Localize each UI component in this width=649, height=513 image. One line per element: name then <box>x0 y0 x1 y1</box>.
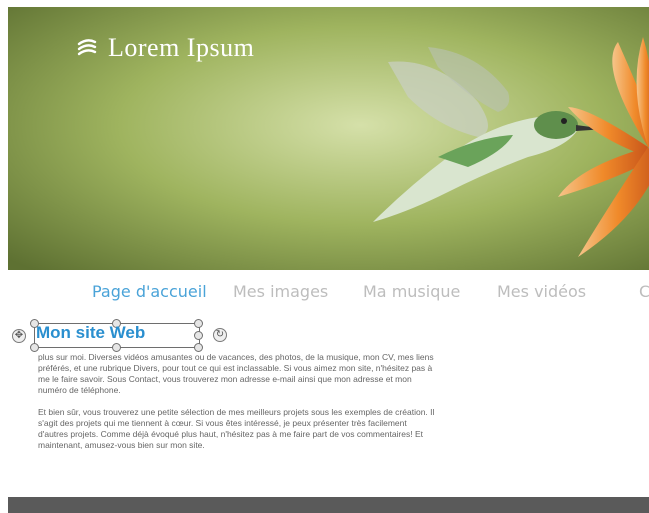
logo-text: Lorem Ipsum <box>108 33 255 62</box>
resize-handle-bottom-right[interactable] <box>194 343 203 352</box>
header-banner: Lorem Ipsum <box>8 7 649 270</box>
content-text: plus sur moi. Diverses vidéos amusantes … <box>38 352 438 462</box>
resize-handle-right[interactable] <box>194 331 203 340</box>
nav-item-images[interactable]: Mes images <box>233 282 328 301</box>
nav-item-videos[interactable]: Mes vidéos <box>497 282 586 301</box>
footer-bar <box>8 497 649 513</box>
site-logo[interactable]: Lorem Ipsum <box>76 33 254 63</box>
main-navigation: Page d'accueil Mes images Ma musique Mes… <box>8 270 649 312</box>
move-handle-icon[interactable]: ✥ <box>12 329 26 343</box>
content-paragraph-2: Et bien sûr, vous trouverez une petite s… <box>38 407 435 450</box>
resize-handle-top-right[interactable] <box>194 319 203 328</box>
nav-item-home[interactable]: Page d'accueil <box>92 282 207 301</box>
logo-swirl-icon <box>77 39 97 56</box>
rotate-icon[interactable]: ↻ <box>213 328 227 342</box>
nav-item-music[interactable]: Ma musique <box>363 282 460 301</box>
nav-item-contact[interactable]: C <box>639 282 649 301</box>
content-paragraph-1: plus sur moi. Diverses vidéos amusantes … <box>38 352 434 395</box>
resize-handle-bottom[interactable] <box>112 343 121 352</box>
resize-handle-bottom-left[interactable] <box>30 343 39 352</box>
site-title[interactable]: Mon site Web <box>36 323 145 343</box>
